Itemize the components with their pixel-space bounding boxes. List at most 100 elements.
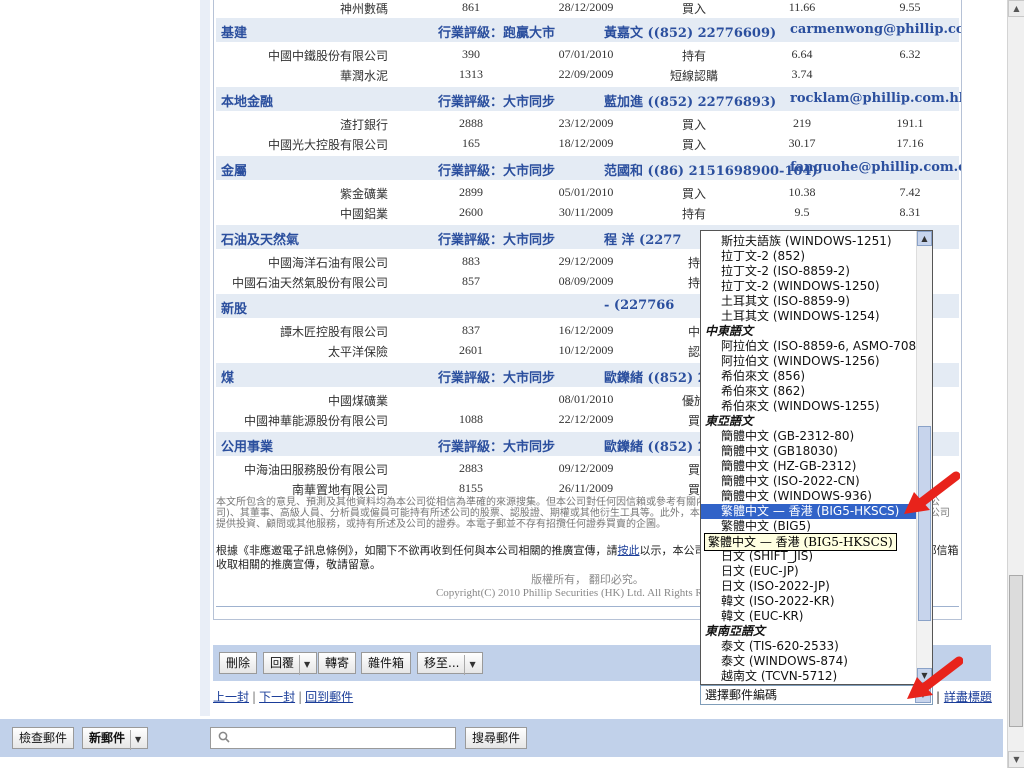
back-to-mail-link[interactable]: 回到郵件 (305, 690, 353, 704)
stock-code: 1313 (459, 67, 483, 81)
target-price: 6.64 (791, 47, 813, 61)
new-mail-button[interactable]: 新郵件 ▼ (82, 727, 149, 750)
encoding-option[interactable]: 泰文 (WINDOWS-874) (701, 654, 917, 669)
encoding-group-label: 東亞語文 (705, 414, 754, 428)
check-mail-button[interactable]: 檢查郵件 (12, 727, 75, 749)
stock-name: 中國中鐵股份有限公司 (267, 49, 388, 63)
sector-name: 石油及天然氣 (221, 233, 300, 248)
chevron-down-icon[interactable]: ▼ (299, 655, 310, 675)
encoding-option[interactable]: 日文 (SHIFT_JIS) (701, 549, 917, 564)
stock-code: 1088 (459, 412, 483, 426)
stock-rating: 持有 (681, 207, 706, 221)
encoding-option[interactable]: 簡體中文 (WINDOWS-936) (701, 489, 917, 504)
sector-header-row: 金屬 行業評級：大市同步 范國和 ((86) 2151698900-104) fang… (216, 156, 961, 180)
search-input[interactable] (210, 727, 456, 749)
encoding-option[interactable]: 希伯來文 (862) (701, 384, 917, 399)
encoding-option[interactable]: 土耳其文 (WINDOWS-1254) (701, 309, 917, 324)
sector-rating: 行業評級：大市同步 (438, 233, 556, 248)
encoding-dropdown-list[interactable]: 斯拉夫語族 (WINDOWS-1251) 拉丁文-2 (852) 拉丁文-2 (IS… (700, 230, 933, 685)
sector-name: 本地金融 (221, 95, 274, 110)
encoding-option[interactable]: 繁體中文 — 香港 (BIG5-HKSCS) (701, 504, 917, 519)
encoding-option[interactable]: 繁體中文 (BIG5) (701, 519, 917, 534)
target-price: 219 (793, 116, 811, 130)
stock-rating: 買入 (681, 138, 706, 152)
report-date: 22/09/2009 (558, 67, 614, 81)
current-price: 7.42 (899, 185, 921, 199)
sector-rating: 行業評級：大市同步 (438, 164, 556, 179)
stock-code: 2899 (459, 185, 483, 199)
delete-button[interactable]: 刪除 (219, 652, 258, 674)
encoding-option[interactable]: 日文 (ISO-2022-JP) (701, 579, 917, 594)
stock-name: 中國石油天然氣股份有限公司 (231, 276, 388, 290)
stock-row: 渣打銀行 2888 23/12/2009 買入 219 191.1 (216, 113, 959, 133)
current-price: 6.32 (899, 47, 921, 61)
encoding-option[interactable]: 韓文 (ISO-2022-KR) (701, 594, 917, 609)
encoding-option[interactable]: 希伯來文 (WINDOWS-1255) (701, 399, 917, 414)
stock-name: 南華置地有限公司 (291, 483, 388, 497)
encoding-option[interactable]: 越南文 (TCVN-5712) (701, 669, 917, 684)
report-date: 18/12/2009 (558, 136, 614, 150)
encoding-option[interactable]: 簡體中文 (GB-2312-80) (701, 429, 917, 444)
encoding-option[interactable]: 日文 (EUC-JP) (701, 564, 917, 579)
encoding-tooltip: 繁體中文 — 香港 (BIG5-HKSCS) (704, 533, 897, 551)
stock-row: 紫金礦業 2899 05/01/2010 買入 10.38 7.42 (216, 182, 959, 202)
current-price: 8.31 (899, 205, 921, 219)
search-mail-button[interactable]: 搜尋郵件 (465, 727, 528, 749)
scroll-up-icon[interactable]: ▲ (917, 231, 932, 246)
encoding-option[interactable]: 土耳其文 (ISO-8859-9) (701, 294, 917, 309)
dropdown-scrollbar[interactable]: ▲ ▼ (916, 231, 932, 684)
sector-rating: 行業評級：大市同步 (438, 440, 556, 455)
chevron-down-icon[interactable]: ▼ (130, 730, 141, 750)
search-icon (218, 731, 230, 743)
sector-header-row: 基建 行業評級：跑贏大市 黃嘉文 ((852) 22776609) carmenwon… (216, 18, 961, 42)
encoding-option[interactable]: 泰文 (TIS-620-2533) (701, 639, 917, 654)
next-message-link[interactable]: 下一封 (259, 690, 295, 704)
encoding-option[interactable]: 簡體中文 (HZ-GB-2312) (701, 459, 917, 474)
current-price: 17.16 (896, 136, 924, 150)
dropdown-scrollbar-thumb[interactable] (918, 426, 931, 621)
encoding-option[interactable]: 拉丁文-2 (WINDOWS-1250) (701, 279, 917, 294)
encoding-option[interactable]: 希伯來文 (856) (701, 369, 917, 384)
scroll-down-icon[interactable]: ▼ (1008, 751, 1024, 768)
analyst-contact: 藍加進 ((852) 22776893) (604, 95, 777, 110)
sector-rating: 行業評級：跑贏大市 (438, 26, 556, 41)
encoding-option[interactable]: 斯拉夫語族 (WINDOWS-1251) (701, 234, 917, 249)
spam-button[interactable]: 雜件箱 (361, 652, 412, 674)
encoding-option[interactable]: 簡體中文 (ISO-2022-CN) (701, 474, 917, 489)
forward-button[interactable]: 轉寄 (318, 652, 357, 674)
unsubscribe-link[interactable]: 按此 (618, 544, 640, 557)
encoding-option[interactable]: 阿拉伯文 (ISO-8859-6, ASMO-708) (701, 339, 921, 354)
stock-row: 中國中鐵股份有限公司 390 07/01/2010 持有 6.64 6.32 (216, 44, 959, 64)
notice-text-before: 根據《非應邀電子訊息條例》，如閣下不欲再收到任何與本公司相關的推廣宣傳，請 (216, 544, 618, 557)
encoding-option[interactable]: 阿拉伯文 (WINDOWS-1256) (701, 354, 917, 369)
stock-name: 譚木匠控股有限公司 (279, 325, 388, 339)
encoding-option[interactable]: 韓文 (EUC-KR) (701, 609, 917, 624)
new-mail-label: 新郵件 (89, 731, 126, 745)
target-price: 3.74 (791, 67, 813, 81)
scrollbar-thumb[interactable] (1009, 575, 1023, 727)
encoding-select[interactable]: 選擇郵件編碼 ▼ (700, 685, 933, 705)
stock-name: 中海油田服務股份有限公司 (243, 463, 388, 477)
prev-message-link[interactable]: 上一封 (213, 690, 249, 704)
page-scrollbar[interactable]: ▲ ▼ (1007, 0, 1024, 768)
stock-name: 中國海洋石油有限公司 (267, 256, 388, 270)
scroll-up-icon[interactable]: ▲ (1008, 0, 1024, 17)
move-to-button[interactable]: 移至... ▼ (417, 652, 483, 675)
analyst-contact: - (227766 (604, 298, 675, 313)
analyst-email: rocklam@phillip.com.hk (790, 91, 962, 106)
report-date: 08/09/2009 (558, 274, 614, 288)
report-date: 22/12/2009 (558, 412, 614, 426)
report-date: 28/12/2009 (558, 0, 614, 14)
red-arrow-icon (904, 471, 960, 514)
encoding-option[interactable]: 拉丁文-2 (852) (701, 249, 917, 264)
report-date: 07/01/2010 (558, 47, 614, 61)
stock-code: 2888 (459, 116, 483, 130)
encoding-group-label: 中東語文 (705, 324, 754, 338)
sector-name: 金屬 (221, 164, 248, 179)
reply-button[interactable]: 回覆 ▼ (263, 652, 318, 675)
stock-name: 太平洋保險 (327, 345, 388, 359)
chevron-down-icon[interactable]: ▼ (464, 655, 476, 675)
encoding-option[interactable]: 簡體中文 (GB18030) (701, 444, 917, 459)
encoding-option[interactable]: 拉丁文-2 (ISO-8859-2) (701, 264, 917, 279)
sector-rating: 行業評級：大市同步 (438, 371, 556, 386)
